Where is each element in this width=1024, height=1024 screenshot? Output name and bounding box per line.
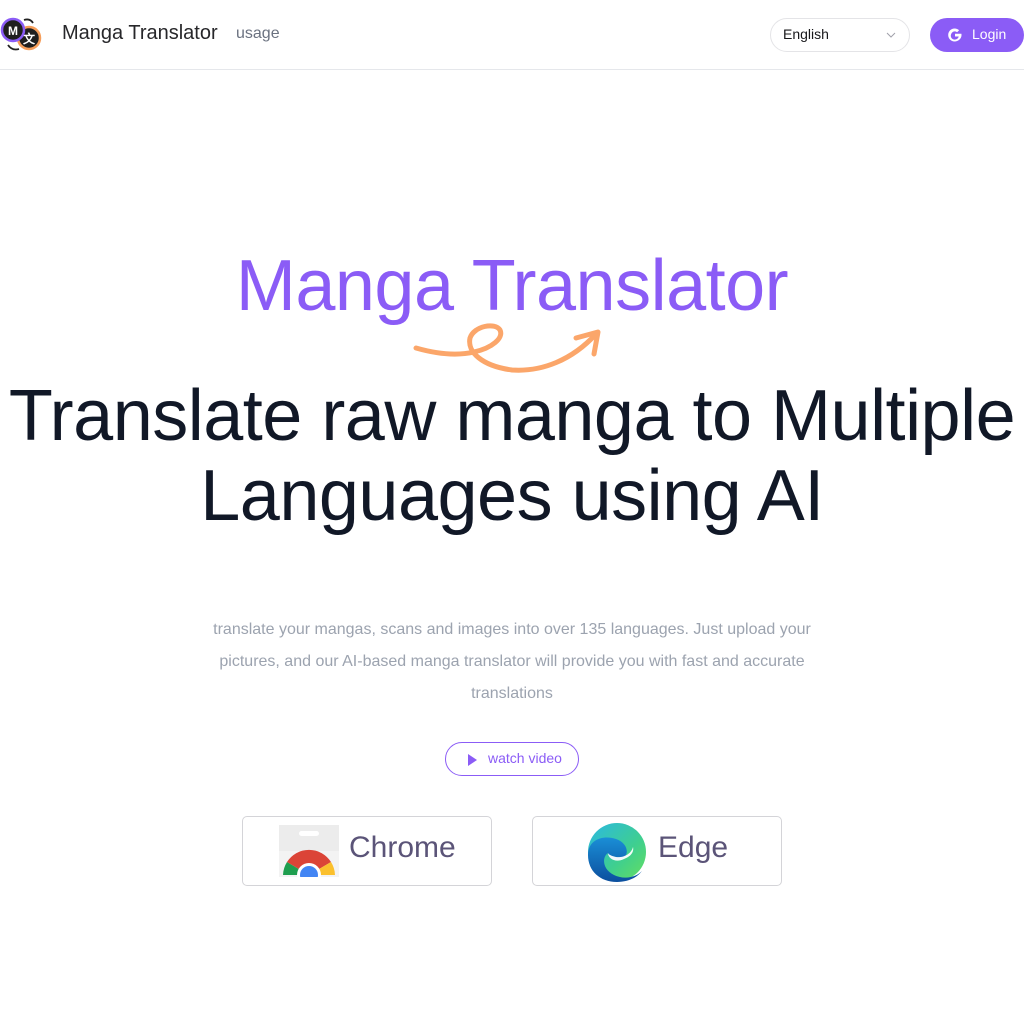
headline-line-2: Languages using AI xyxy=(200,456,824,536)
login-label: Login xyxy=(972,26,1007,42)
svg-text:M: M xyxy=(8,24,18,38)
chrome-label: Chrome xyxy=(349,831,456,864)
watch-video-label: watch video xyxy=(488,750,562,766)
description-line-1: translate your mangas, scans and images … xyxy=(213,621,811,638)
edge-icon xyxy=(588,823,646,882)
decorative-arrow-icon xyxy=(413,323,601,373)
edge-label: Edge xyxy=(658,831,729,864)
edge-extension-button[interactable]: Edge xyxy=(532,816,782,886)
chrome-extension-button[interactable]: Chrome xyxy=(242,816,492,886)
watch-video-button[interactable]: watch video xyxy=(445,742,579,776)
nav-usage-link[interactable]: usage xyxy=(236,25,280,43)
play-icon xyxy=(468,754,477,766)
description-line-2: pictures, and our AI-based manga transla… xyxy=(219,653,805,670)
svg-text:文: 文 xyxy=(23,31,36,46)
page-headline: Translate raw manga to Multiple Language… xyxy=(0,376,1024,536)
brand-name[interactable]: Manga Translator xyxy=(62,22,218,45)
top-nav: 文 M Manga Translator usage English Login xyxy=(0,0,1024,70)
hero-brand-title: Manga Translator xyxy=(235,246,789,326)
chrome-web-store-icon xyxy=(279,825,339,877)
hero-description: translate your mangas, scans and images … xyxy=(192,614,832,710)
google-icon xyxy=(948,28,962,42)
app-logo-icon[interactable]: 文 M xyxy=(0,15,44,55)
chevron-down-icon xyxy=(886,32,896,38)
description-line-3: translations xyxy=(471,685,553,702)
language-selected-value: English xyxy=(783,26,829,42)
language-select[interactable]: English xyxy=(770,18,910,52)
login-button[interactable]: Login xyxy=(930,18,1024,52)
headline-line-1: Translate raw manga to Multiple xyxy=(8,376,1016,456)
